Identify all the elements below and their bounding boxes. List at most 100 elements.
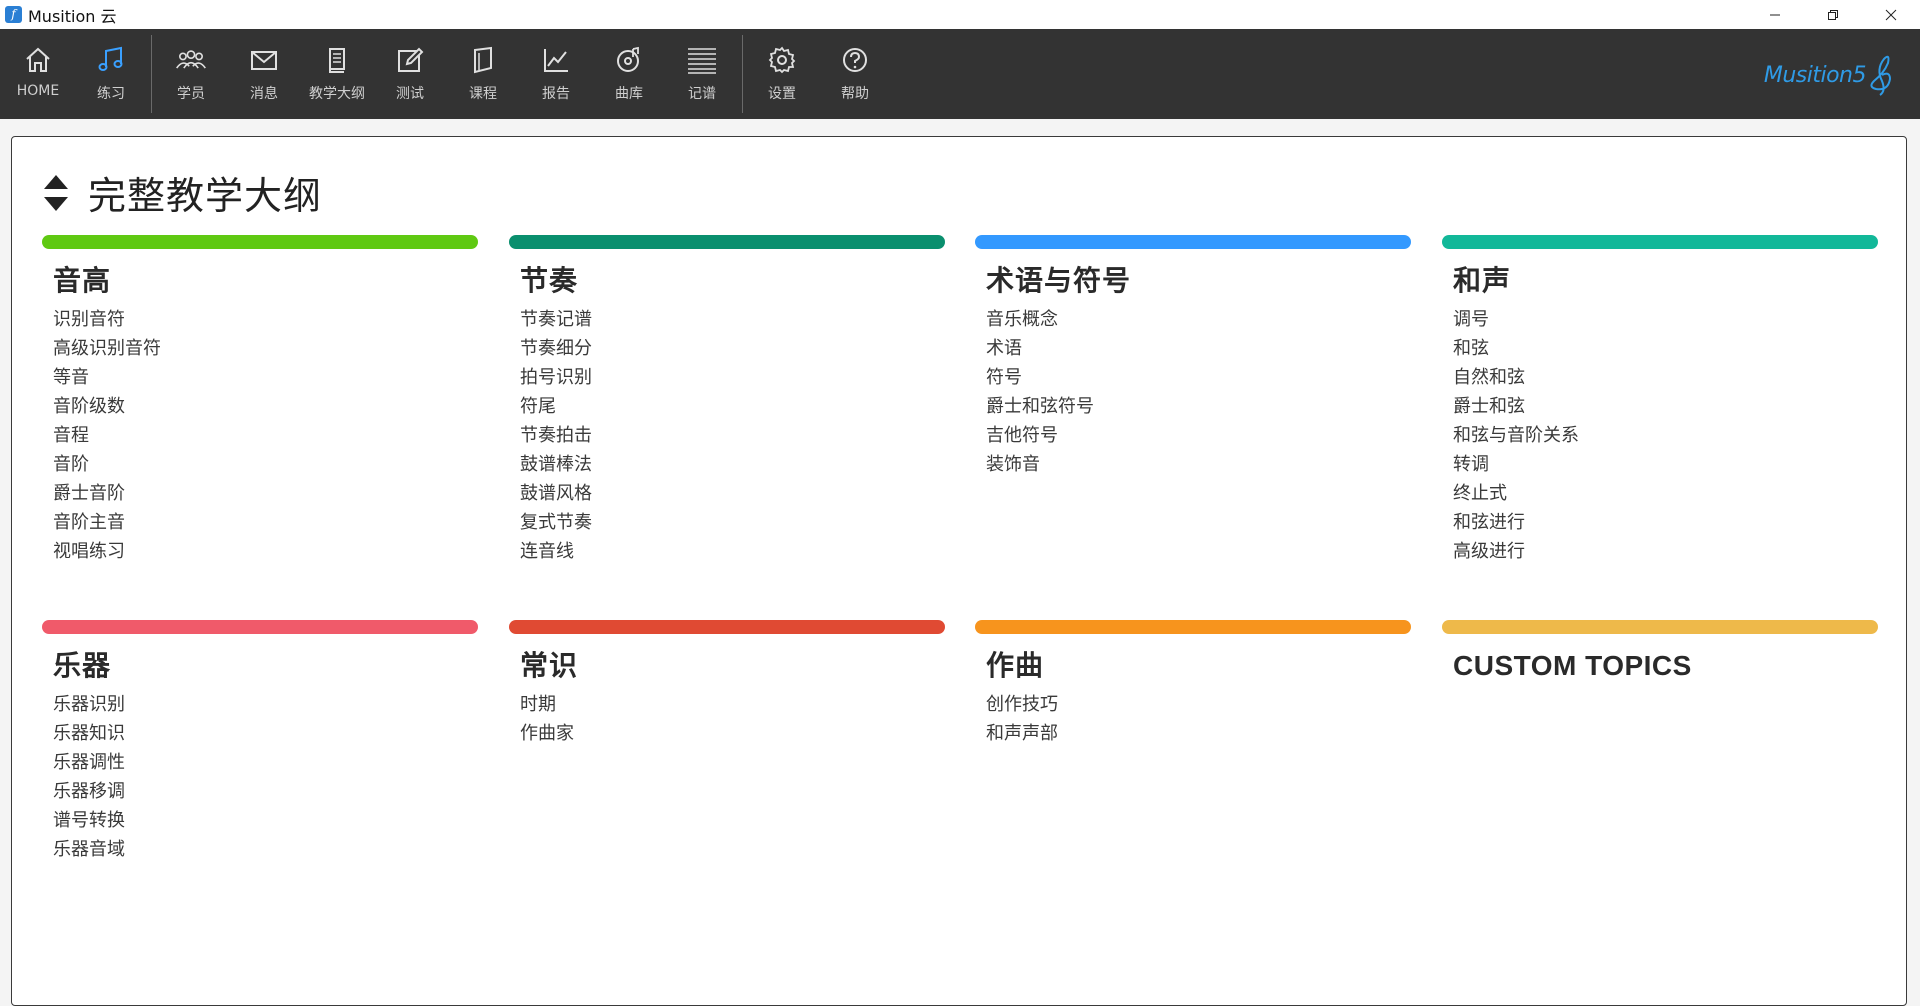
- toolbar-home-button[interactable]: HOME: [2, 29, 74, 119]
- category-color-bar: [509, 235, 945, 249]
- topic-item[interactable]: 符尾: [520, 392, 945, 421]
- treble-clef-logo-icon: [1870, 55, 1892, 96]
- topic-item[interactable]: 鼓谱棒法: [520, 450, 945, 479]
- topic-item[interactable]: 乐器移调: [53, 777, 478, 806]
- topic-item[interactable]: 音阶: [53, 450, 478, 479]
- toolbar-practice-button[interactable]: 练习: [75, 29, 147, 119]
- category-topic-list: 识别音符 高级识别音符 等音 音阶级数 音程 音阶 爵士音阶 音阶主音 视唱练习: [53, 305, 478, 566]
- category-topic-list: 创作技巧 和声声部: [986, 690, 1411, 748]
- toolbar-library-label: 曲库: [615, 86, 643, 102]
- minimize-icon: [1770, 14, 1780, 15]
- category-card-instruments: 乐器 乐器识别 乐器知识 乐器调性 乐器移调 谱号转换 乐器音域: [42, 620, 478, 864]
- toolbar-notation-button[interactable]: 记谱: [666, 29, 738, 119]
- topic-item[interactable]: 高级进行: [1453, 537, 1878, 566]
- mail-icon: [247, 43, 281, 77]
- topic-item[interactable]: 爵士和弦符号: [986, 392, 1411, 421]
- toolbar-help-label: 帮助: [841, 86, 869, 102]
- topic-item[interactable]: 和弦与音阶关系: [1453, 421, 1878, 450]
- category-card-rhythm: 节奏 节奏记谱 节奏细分 拍号识别 符尾 节奏拍击 鼓谱棒法 鼓谱风格 复式节奏 连音线: [509, 235, 945, 566]
- toolbar-messages-button[interactable]: 消息: [228, 29, 300, 119]
- category-title[interactable]: 和声: [1453, 263, 1878, 299]
- topic-item[interactable]: 时期: [520, 690, 945, 719]
- topic-item[interactable]: 谱号转换: [53, 806, 478, 835]
- toolbar-test-button[interactable]: 测试: [374, 29, 446, 119]
- brand-name: Musition5: [1763, 62, 1867, 88]
- topic-item[interactable]: 自然和弦: [1453, 363, 1878, 392]
- category-title[interactable]: 节奏: [520, 263, 945, 299]
- minimize-button[interactable]: [1746, 0, 1804, 29]
- topic-item[interactable]: 术语: [986, 334, 1411, 363]
- category-title[interactable]: 音高: [53, 263, 478, 299]
- page-heading: 完整教学大纲: [42, 165, 322, 220]
- topic-item[interactable]: 视唱练习: [53, 537, 478, 566]
- category-title[interactable]: 术语与符号: [986, 263, 1411, 299]
- toolbar-reports-button[interactable]: 报告: [520, 29, 592, 119]
- category-topic-list: 时期 作曲家: [520, 690, 945, 748]
- toolbar-library-button[interactable]: 曲库: [593, 29, 665, 119]
- category-title[interactable]: 作曲: [986, 648, 1411, 684]
- topic-item[interactable]: 音阶级数: [53, 392, 478, 421]
- toolbar-settings-button[interactable]: 设置: [746, 29, 818, 119]
- topic-item[interactable]: 等音: [53, 363, 478, 392]
- category-color-bar: [509, 620, 945, 634]
- close-button[interactable]: [1862, 0, 1920, 29]
- topic-item[interactable]: 高级识别音符: [53, 334, 478, 363]
- category-card-harmony: 和声 调号 和弦 自然和弦 爵士和弦 和弦与音阶关系 转调 终止式 和弦进行 高级进行: [1442, 235, 1878, 566]
- topic-item[interactable]: 乐器识别: [53, 690, 478, 719]
- page-title: 完整教学大纲: [88, 174, 323, 218]
- users-icon: [174, 43, 208, 77]
- topic-item[interactable]: 乐器知识: [53, 719, 478, 748]
- topic-item[interactable]: 爵士音阶: [53, 479, 478, 508]
- toolbar-help-button[interactable]: 帮助: [819, 29, 891, 119]
- topic-item[interactable]: 节奏拍击: [520, 421, 945, 450]
- topic-item[interactable]: 符号: [986, 363, 1411, 392]
- toolbar-test-label: 测试: [396, 86, 424, 102]
- topic-item[interactable]: 连音线: [520, 537, 945, 566]
- category-color-bar: [975, 620, 1411, 634]
- window-controls: [1746, 0, 1920, 29]
- topic-item[interactable]: 调号: [1453, 305, 1878, 334]
- book-icon: [320, 43, 354, 77]
- topic-item[interactable]: 和弦: [1453, 334, 1878, 363]
- close-icon: [1885, 9, 1897, 20]
- topic-item[interactable]: 乐器音域: [53, 835, 478, 864]
- toolbar-syllabus-button[interactable]: 教学大纲: [301, 29, 373, 119]
- topic-item[interactable]: 爵士和弦: [1453, 392, 1878, 421]
- topic-item[interactable]: 终止式: [1453, 479, 1878, 508]
- topic-item[interactable]: 节奏记谱: [520, 305, 945, 334]
- category-title[interactable]: 乐器: [53, 648, 478, 684]
- category-title[interactable]: 常识: [520, 648, 945, 684]
- topic-item[interactable]: 音程: [53, 421, 478, 450]
- topic-item[interactable]: 乐器调性: [53, 748, 478, 777]
- topic-item[interactable]: 复式节奏: [520, 508, 945, 537]
- category-topic-list: 调号 和弦 自然和弦 爵士和弦 和弦与音阶关系 转调 终止式 和弦进行 高级进行: [1453, 305, 1878, 566]
- topic-item[interactable]: 音阶主音: [53, 508, 478, 537]
- toolbar-courses-button[interactable]: 课程: [447, 29, 519, 119]
- category-card-composition: 作曲 创作技巧 和声声部: [975, 620, 1411, 748]
- topic-item[interactable]: 识别音符: [53, 305, 478, 334]
- category-topic-list: 节奏记谱 节奏细分 拍号识别 符尾 节奏拍击 鼓谱棒法 鼓谱风格 复式节奏 连音线: [520, 305, 945, 566]
- topic-item[interactable]: 作曲家: [520, 719, 945, 748]
- window-title: Musition 云: [28, 6, 117, 26]
- category-title[interactable]: CUSTOM TOPICS: [1453, 648, 1878, 684]
- topic-item[interactable]: 和声声部: [986, 719, 1411, 748]
- topic-item[interactable]: 鼓谱风格: [520, 479, 945, 508]
- sort-toggle-icon[interactable]: [42, 173, 70, 213]
- restore-icon: [1828, 9, 1838, 20]
- toolbar-separator: [742, 35, 743, 113]
- restore-button[interactable]: [1804, 0, 1862, 29]
- topic-item[interactable]: 拍号识别: [520, 363, 945, 392]
- topic-item[interactable]: 转调: [1453, 450, 1878, 479]
- topic-item[interactable]: 音乐概念: [986, 305, 1411, 334]
- toolbar-students-button[interactable]: 学员: [155, 29, 227, 119]
- topic-item[interactable]: 和弦进行: [1453, 508, 1878, 537]
- topic-item[interactable]: 节奏细分: [520, 334, 945, 363]
- topic-item[interactable]: 装饰音: [986, 450, 1411, 479]
- category-card-custom-topics: CUSTOM TOPICS: [1442, 620, 1878, 690]
- music-note-icon: [94, 43, 128, 77]
- topic-item[interactable]: 创作技巧: [986, 690, 1411, 719]
- toolbar-notation-label: 记谱: [688, 86, 716, 102]
- staff-lines-icon: [685, 43, 719, 77]
- topic-item[interactable]: 吉他符号: [986, 421, 1411, 450]
- brand-logo: Musition5: [1764, 51, 1898, 99]
